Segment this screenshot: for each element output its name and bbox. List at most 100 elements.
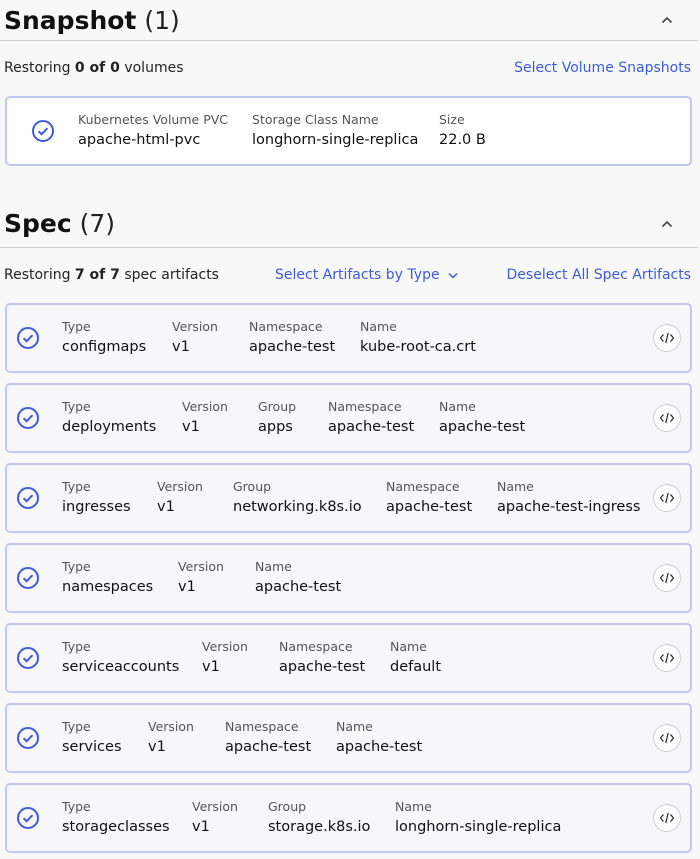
restoring-prefix: Restoring [4,267,71,283]
version-value: v1 [157,499,175,515]
type-field: Type deployments [62,399,156,437]
namespace-value: apache-test [249,339,336,355]
version-value: v1 [182,419,200,435]
group-value: apps [258,419,293,435]
deselect-all-spec-artifacts-link[interactable]: Deselect All Spec Artifacts [507,264,691,286]
view-yaml-button[interactable] [653,404,681,432]
chevron-down-icon [448,272,458,279]
group-label: Group [233,479,272,494]
code-icon [659,572,675,584]
type-label: Type [62,799,91,814]
name-field: Name apache-test [439,399,525,437]
version-label: Version [157,479,203,494]
check-circle-icon[interactable] [16,646,40,670]
version-field: Version v1 [202,639,248,677]
select-volume-snapshots-link[interactable]: Select Volume Snapshots [514,57,691,79]
pvc-label: Kubernetes Volume PVC [78,112,229,127]
version-value: v1 [148,739,166,755]
type-field: Type configmaps [62,319,146,357]
type-label: Type [62,719,91,734]
version-label: Version [202,639,248,654]
chevron-up-icon[interactable] [658,11,676,29]
spec-section-header[interactable]: Spec (7) [0,200,698,248]
size-value: 22.0 B [439,132,486,148]
name-value: apache-test [336,739,423,755]
pvc-field: Kubernetes Volume PVC apache-html-pvc [78,112,228,150]
snapshot-section-title: Snapshot (1) [0,6,180,35]
name-label: Name [439,399,476,414]
snapshot-summary-row: Restoring 0 of 0 volumes Select Volume S… [0,57,698,79]
storage-class-label: Storage Class Name [252,112,379,127]
type-field: Type storageclasses [62,799,170,837]
group-label: Group [258,399,297,414]
version-value: v1 [192,819,210,835]
version-field: Version v1 [192,799,238,837]
view-yaml-button[interactable] [653,484,681,512]
snapshot-section-header[interactable]: Snapshot (1) [0,0,698,41]
namespace-label: Namespace [225,719,299,734]
chevron-up-icon[interactable] [658,215,676,233]
type-label: Type [62,399,91,414]
version-label: Version [148,719,194,734]
spec-artifact-card: Type namespaces Version v1 Name apache-t… [5,543,692,613]
version-field: Version v1 [172,319,218,357]
pvc-value: apache-html-pvc [78,132,201,148]
check-circle-icon[interactable] [16,566,40,590]
view-yaml-button[interactable] [653,804,681,832]
view-yaml-button[interactable] [653,564,681,592]
spec-title: Spec [4,209,72,238]
version-label: Version [192,799,238,814]
namespace-field: Namespace apache-test [225,719,311,757]
spec-artifact-card: Type storageclasses Version v1 Group sto… [5,783,692,853]
type-field: Type serviceaccounts [62,639,179,677]
select-artifacts-by-type-dropdown[interactable]: Select Artifacts by Type [275,264,458,286]
code-icon [659,652,675,664]
check-circle-icon[interactable] [16,726,40,750]
code-icon [659,492,675,504]
view-yaml-button[interactable] [653,724,681,752]
spec-count: (7) [79,209,116,238]
type-value: deployments [62,419,157,435]
name-field: Name longhorn-single-replica [395,799,561,837]
version-field: Version v1 [148,719,194,757]
version-field: Version v1 [182,399,228,437]
name-field: Name default [390,639,441,677]
name-value: apache-test [255,579,342,595]
name-label: Name [395,799,432,814]
namespace-label: Namespace [386,479,460,494]
storage-class-field: Storage Class Name longhorn-single-repli… [252,112,418,150]
group-field: Group apps [258,399,296,437]
type-value: serviceaccounts [62,659,180,675]
version-value: v1 [172,339,190,355]
check-circle-icon[interactable] [31,119,55,143]
name-label: Name [497,479,534,494]
check-circle-icon[interactable] [16,486,40,510]
name-value: apache-test-ingress [497,499,641,515]
size-field: Size 22.0 B [439,112,486,150]
restoring-suffix: volumes [124,60,184,76]
group-label: Group [268,799,307,814]
version-value: v1 [202,659,220,675]
snapshot-restoring-text: Restoring 0 of 0 volumes [4,57,184,79]
type-field: Type services [62,719,122,757]
view-yaml-button[interactable] [653,644,681,672]
check-circle-icon[interactable] [16,806,40,830]
version-field: Version v1 [157,479,203,517]
view-yaml-button[interactable] [653,324,681,352]
version-label: Version [172,319,218,334]
check-circle-icon[interactable] [16,326,40,350]
group-field: Group storage.k8s.io [268,799,370,837]
type-value: services [62,739,122,755]
select-artifacts-by-type-label: Select Artifacts by Type [275,267,440,283]
spec-artifact-card: Type deployments Version v1 Group apps N… [5,383,692,453]
type-label: Type [62,319,91,334]
namespace-field: Namespace apache-test [386,479,472,517]
version-label: Version [178,559,224,574]
namespace-value: apache-test [386,499,473,515]
snapshot-count: (1) [144,5,180,35]
name-label: Name [390,639,427,654]
type-value: storageclasses [62,819,170,835]
namespace-value: apache-test [279,659,366,675]
check-circle-icon[interactable] [16,406,40,430]
version-field: Version v1 [178,559,224,597]
